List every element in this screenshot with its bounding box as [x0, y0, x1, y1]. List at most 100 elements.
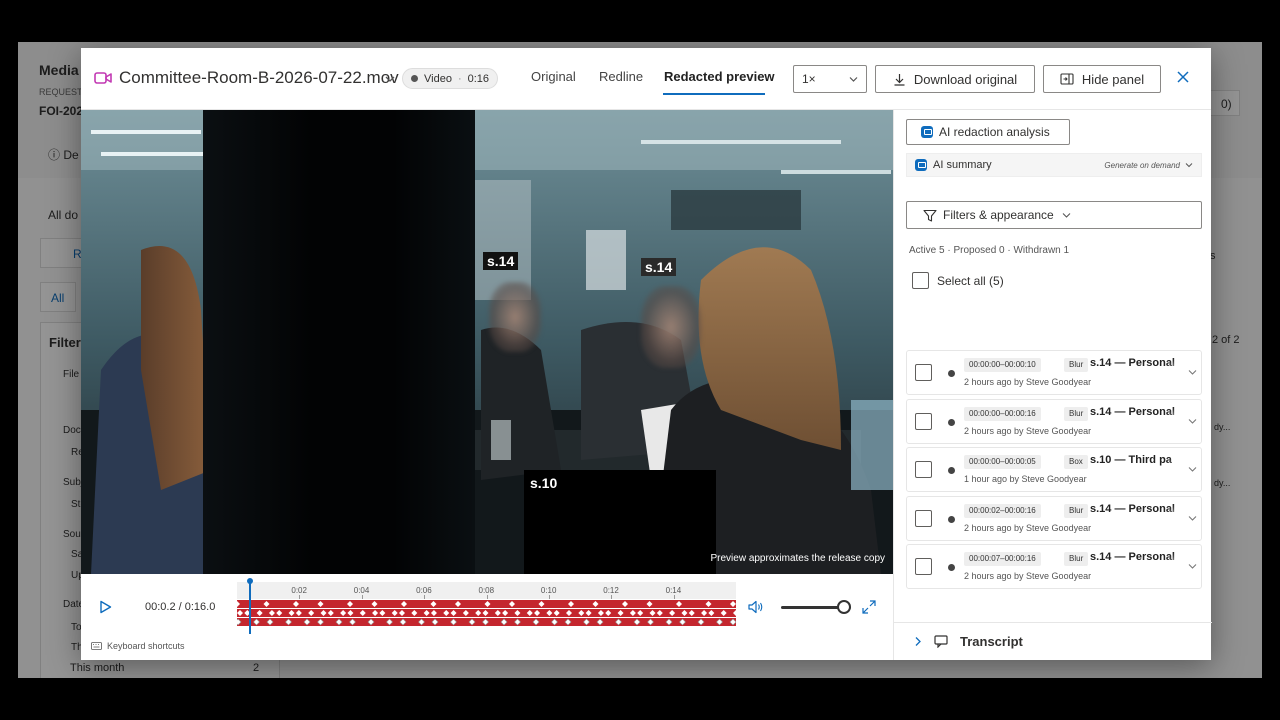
checkbox[interactable]: [915, 510, 932, 527]
video-file-icon: [94, 72, 112, 84]
redaction-type-chip: Box: [1064, 455, 1088, 469]
checkbox[interactable]: [915, 461, 932, 478]
redaction-timeline[interactable]: 0:02 0:04 0:06 0:08 0:10 0:12 0:14: [237, 578, 736, 634]
redaction-side-panel: AI redaction analysis AI summary Generat…: [893, 110, 1212, 660]
redaction-title: s.10 — Third pa: [1090, 454, 1172, 466]
time-readout: 00:0.2 / 0:16.0: [145, 601, 216, 613]
redaction-title: s.14 — Personal: [1090, 357, 1175, 369]
redaction-label: s.14: [483, 252, 519, 270]
ai-chat-icon: [921, 126, 933, 138]
keyboard-shortcuts-link[interactable]: Keyboard shortcuts: [91, 641, 185, 651]
checkbox[interactable]: [915, 364, 932, 381]
download-icon: [894, 73, 905, 86]
playback-speed-select[interactable]: 1×: [793, 65, 867, 93]
select-all-label: Select all (5): [937, 273, 1004, 288]
checkbox[interactable]: [912, 272, 929, 289]
redaction-item[interactable]: 00:00:07–00:00:16 Blur s.14 — Personal 2 ho…: [906, 544, 1202, 589]
redaction-meta: 1 hour ago by Steve Goodyear: [964, 474, 1087, 484]
tab-redline[interactable]: Redline: [599, 69, 643, 84]
status-dot-icon: [948, 467, 955, 474]
play-icon[interactable]: [99, 600, 112, 614]
media-preview-modal: Committee-Room-B-2026-07-22.mov Video · …: [81, 48, 1212, 660]
chevron-right-icon: [915, 637, 921, 646]
panel-icon: [1060, 73, 1074, 85]
status-dot-icon: [948, 419, 955, 426]
download-original-button[interactable]: Download original: [875, 65, 1035, 93]
badge-dot-icon: [411, 75, 418, 82]
redaction-tracks: [237, 600, 736, 626]
redaction-meta: 2 hours ago by Steve Goodyear: [964, 571, 1092, 581]
playhead[interactable]: [249, 580, 252, 634]
tab-redacted-preview[interactable]: Redacted preview: [664, 69, 775, 84]
status-dot-icon: [948, 516, 955, 523]
badge-duration: 0:16: [467, 72, 490, 85]
keyboard-icon: [91, 642, 102, 650]
ai-summary-label: AI summary: [933, 159, 992, 171]
redaction-type-chip: Blur: [1064, 358, 1089, 372]
time-range-chip: 00:00:00–00:00:16: [964, 407, 1041, 421]
chevron-down-icon: [849, 77, 858, 82]
redaction-meta: 2 hours ago by Steve Goodyear: [964, 426, 1092, 436]
transcript-label: Transcript: [960, 634, 1023, 649]
redaction-label: s.10: [530, 475, 558, 491]
volume-slider-handle[interactable]: [837, 600, 851, 614]
chevron-down-icon[interactable]: [1188, 466, 1197, 473]
media-type-badge: Video · 0:16: [402, 68, 499, 89]
transcript-icon: [934, 635, 948, 648]
blurred-face-redaction[interactable]: [641, 286, 701, 368]
filters-appearance-label: Filters & appearance: [943, 208, 1054, 222]
filter-icon: [923, 209, 937, 222]
checkbox[interactable]: [915, 413, 932, 430]
download-original-label: Download original: [913, 71, 1018, 87]
transcript-toggle[interactable]: Transcript: [894, 622, 1212, 660]
chevron-down-icon[interactable]: [385, 75, 395, 83]
redaction-meta: 2 hours ago by Steve Goodyear: [964, 377, 1092, 387]
checkbox[interactable]: [915, 558, 932, 575]
preview-note: Preview approximates the release copy: [710, 553, 885, 564]
redaction-title: s.14 — Personal: [1090, 551, 1175, 563]
select-all-checkbox[interactable]: Select all (5): [912, 272, 1004, 289]
video-player[interactable]: s.14 s.14 s.10 Preview approximates the …: [81, 110, 893, 574]
redaction-type-chip: Blur: [1064, 504, 1089, 518]
time-range-chip: 00:00:00–00:00:05: [964, 455, 1041, 469]
chevron-down-icon[interactable]: [1188, 418, 1197, 425]
chevron-down-icon: [1062, 212, 1071, 218]
redaction-item[interactable]: 00:00:00–00:00:10 Blur s.14 — Personal 2 ho…: [906, 350, 1202, 395]
playback-speed-value: 1×: [802, 72, 816, 86]
status-dot-icon: [948, 370, 955, 377]
ai-redaction-analysis-button[interactable]: AI redaction analysis: [906, 119, 1070, 145]
playback-controls: 00:0.2 / 0:16.0 0:02 0:04 0:06 0:08 0:10 0:12…: [81, 574, 893, 660]
status-dot-icon: [948, 564, 955, 571]
redaction-meta: 2 hours ago by Steve Goodyear: [964, 523, 1092, 533]
tab-original[interactable]: Original: [531, 69, 576, 84]
close-icon[interactable]: [1174, 68, 1192, 86]
volume-icon[interactable]: [748, 600, 764, 614]
time-range-chip: 00:00:07–00:00:16: [964, 552, 1041, 566]
redaction-item[interactable]: 00:00:00–00:00:16 Blur s.14 — Personal 2 ho…: [906, 399, 1202, 444]
ai-summary-row[interactable]: AI summary Generate on demand: [906, 153, 1202, 177]
file-title[interactable]: Committee-Room-B-2026-07-22.mov: [119, 68, 399, 88]
chevron-down-icon[interactable]: [1188, 515, 1197, 522]
generate-on-demand[interactable]: Generate on demand: [1104, 161, 1193, 170]
generate-on-demand-label: Generate on demand: [1104, 160, 1180, 170]
time-range-chip: 00:00:02–00:00:16: [964, 504, 1041, 518]
redaction-item[interactable]: 00:00:00–00:00:05 Box s.10 — Third pa 1 hou…: [906, 447, 1202, 492]
ai-redaction-analysis-label: AI redaction analysis: [939, 125, 1050, 139]
hide-panel-button[interactable]: Hide panel: [1043, 65, 1161, 93]
fullscreen-icon[interactable]: [862, 600, 876, 614]
redaction-blur-region[interactable]: [203, 110, 475, 574]
redaction-title: s.14 — Personal: [1090, 406, 1175, 418]
filters-appearance-button[interactable]: Filters & appearance: [906, 201, 1202, 229]
time-range-chip: 00:00:00–00:00:10: [964, 358, 1041, 372]
active-tab-indicator: [663, 93, 765, 95]
chevron-down-icon[interactable]: [1188, 369, 1197, 376]
blurred-face-redaction[interactable]: [489, 282, 541, 352]
ai-chat-icon: [915, 159, 927, 171]
chevron-down-icon[interactable]: [1188, 563, 1197, 570]
redaction-type-chip: Blur: [1064, 407, 1089, 421]
chevron-down-icon: [1185, 163, 1193, 168]
hide-panel-label: Hide panel: [1081, 71, 1145, 87]
redaction-label: s.14: [641, 258, 677, 276]
redaction-item[interactable]: 00:00:02–00:00:16 Blur s.14 — Personal 2 ho…: [906, 496, 1202, 541]
modal-header: Committee-Room-B-2026-07-22.mov Video · …: [81, 48, 1211, 110]
